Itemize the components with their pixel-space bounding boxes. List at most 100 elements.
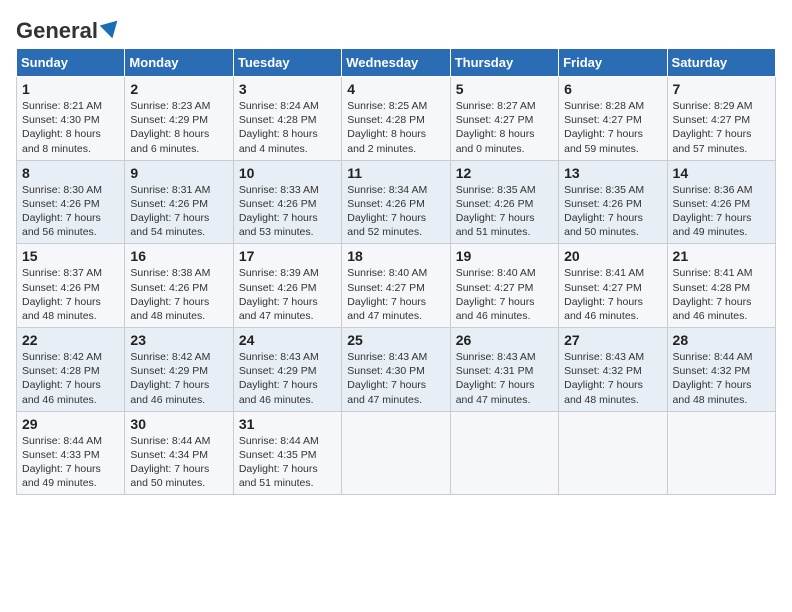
- calendar-cell: 24 Sunrise: 8:43 AM Sunset: 4:29 PM Dayli…: [233, 328, 341, 412]
- calendar-cell: 31 Sunrise: 8:44 AM Sunset: 4:35 PM Dayli…: [233, 411, 341, 495]
- day-number: 29: [22, 416, 119, 432]
- calendar-cell: 26 Sunrise: 8:43 AM Sunset: 4:31 PM Dayli…: [450, 328, 558, 412]
- day-number: 19: [456, 248, 553, 264]
- calendar-cell: [559, 411, 667, 495]
- day-number: 20: [564, 248, 661, 264]
- day-info: Sunrise: 8:33 AM Sunset: 4:26 PM Dayligh…: [239, 183, 336, 240]
- col-header-wednesday: Wednesday: [342, 49, 450, 77]
- calendar-table: SundayMondayTuesdayWednesdayThursdayFrid…: [16, 48, 776, 495]
- calendar-cell: 17Sunrise: 8:39 AM Sunset: 4:26 PM Dayli…: [233, 244, 341, 328]
- day-number: 7: [673, 81, 770, 97]
- day-info: Sunrise: 8:42 AM Sunset: 4:28 PM Dayligh…: [22, 350, 119, 407]
- calendar-week-2: 8Sunrise: 8:30 AM Sunset: 4:26 PM Daylig…: [17, 160, 776, 244]
- day-info: Sunrise: 8:39 AM Sunset: 4:26 PM Dayligh…: [239, 266, 336, 323]
- calendar-cell: 15 Sunrise: 8:37 AM Sunset: 4:26 PM Dayli…: [17, 244, 125, 328]
- day-info: Sunrise: 8:43 AM Sunset: 4:32 PM Dayligh…: [564, 350, 661, 407]
- page-header: General: [16, 16, 776, 40]
- day-number: 11: [347, 165, 444, 181]
- calendar-cell: 4 Sunrise: 8:25 AM Sunset: 4:28 PM Daylig…: [342, 77, 450, 161]
- day-number: 12: [456, 165, 553, 181]
- day-number: 1: [22, 81, 119, 97]
- calendar-cell: 2Sunrise: 8:23 AM Sunset: 4:29 PM Daylig…: [125, 77, 233, 161]
- calendar-cell: 6Sunrise: 8:28 AM Sunset: 4:27 PM Daylig…: [559, 77, 667, 161]
- calendar-cell: 20 Sunrise: 8:41 AM Sunset: 4:27 PM Dayli…: [559, 244, 667, 328]
- day-info: Sunrise: 8:40 AM Sunset: 4:27 PM Dayligh…: [347, 266, 444, 323]
- day-info: Sunrise: 8:35 AM Sunset: 4:26 PM Dayligh…: [456, 183, 553, 240]
- day-info: Sunrise: 8:31 AM Sunset: 4:26 PM Dayligh…: [130, 183, 227, 240]
- day-number: 15: [22, 248, 119, 264]
- col-header-saturday: Saturday: [667, 49, 775, 77]
- day-number: 24: [239, 332, 336, 348]
- calendar-cell: 21 Sunrise: 8:41 AM Sunset: 4:28 PM Dayli…: [667, 244, 775, 328]
- day-number: 26: [456, 332, 553, 348]
- day-info: Sunrise: 8:44 AM Sunset: 4:34 PM Dayligh…: [130, 434, 227, 491]
- day-number: 18: [347, 248, 444, 264]
- day-info: Sunrise: 8:37 AM Sunset: 4:26 PM Dayligh…: [22, 266, 119, 323]
- col-header-monday: Monday: [125, 49, 233, 77]
- day-info: Sunrise: 8:24 AM Sunset: 4:28 PM Dayligh…: [239, 99, 336, 156]
- calendar-cell: [450, 411, 558, 495]
- day-number: 21: [673, 248, 770, 264]
- calendar-cell: 19 Sunrise: 8:40 AM Sunset: 4:27 PM Dayli…: [450, 244, 558, 328]
- day-number: 28: [673, 332, 770, 348]
- calendar-cell: 29 Sunrise: 8:44 AM Sunset: 4:33 PM Dayli…: [17, 411, 125, 495]
- logo: General: [16, 16, 122, 40]
- day-number: 27: [564, 332, 661, 348]
- day-info: Sunrise: 8:35 AM Sunset: 4:26 PM Dayligh…: [564, 183, 661, 240]
- calendar-cell: 30 Sunrise: 8:44 AM Sunset: 4:34 PM Dayli…: [125, 411, 233, 495]
- col-header-friday: Friday: [559, 49, 667, 77]
- logo-text: General: [16, 16, 122, 44]
- day-number: 10: [239, 165, 336, 181]
- day-number: 2: [130, 81, 227, 97]
- calendar-cell: 14Sunrise: 8:36 AM Sunset: 4:26 PM Dayli…: [667, 160, 775, 244]
- day-info: Sunrise: 8:38 AM Sunset: 4:26 PM Dayligh…: [130, 266, 227, 323]
- day-info: Sunrise: 8:40 AM Sunset: 4:27 PM Dayligh…: [456, 266, 553, 323]
- calendar-cell: 8Sunrise: 8:30 AM Sunset: 4:26 PM Daylig…: [17, 160, 125, 244]
- calendar-cell: 12 Sunrise: 8:35 AM Sunset: 4:26 PM Dayli…: [450, 160, 558, 244]
- calendar-cell: [342, 411, 450, 495]
- day-info: Sunrise: 8:21 AM Sunset: 4:30 PM Dayligh…: [22, 99, 119, 156]
- calendar-header-row: SundayMondayTuesdayWednesdayThursdayFrid…: [17, 49, 776, 77]
- day-info: Sunrise: 8:43 AM Sunset: 4:29 PM Dayligh…: [239, 350, 336, 407]
- calendar-cell: 13 Sunrise: 8:35 AM Sunset: 4:26 PM Dayli…: [559, 160, 667, 244]
- day-number: 9: [130, 165, 227, 181]
- calendar-cell: 18 Sunrise: 8:40 AM Sunset: 4:27 PM Dayli…: [342, 244, 450, 328]
- calendar-cell: 3Sunrise: 8:24 AM Sunset: 4:28 PM Daylig…: [233, 77, 341, 161]
- calendar-cell: 28 Sunrise: 8:44 AM Sunset: 4:32 PM Dayli…: [667, 328, 775, 412]
- calendar-cell: 25 Sunrise: 8:43 AM Sunset: 4:30 PM Dayli…: [342, 328, 450, 412]
- calendar-cell: 27 Sunrise: 8:43 AM Sunset: 4:32 PM Dayli…: [559, 328, 667, 412]
- day-info: Sunrise: 8:34 AM Sunset: 4:26 PM Dayligh…: [347, 183, 444, 240]
- calendar-cell: 10 Sunrise: 8:33 AM Sunset: 4:26 PM Dayli…: [233, 160, 341, 244]
- calendar-cell: [667, 411, 775, 495]
- calendar-week-5: 29 Sunrise: 8:44 AM Sunset: 4:33 PM Dayli…: [17, 411, 776, 495]
- day-number: 6: [564, 81, 661, 97]
- day-info: Sunrise: 8:44 AM Sunset: 4:32 PM Dayligh…: [673, 350, 770, 407]
- day-info: Sunrise: 8:25 AM Sunset: 4:28 PM Dayligh…: [347, 99, 444, 156]
- day-info: Sunrise: 8:44 AM Sunset: 4:35 PM Dayligh…: [239, 434, 336, 491]
- day-number: 25: [347, 332, 444, 348]
- day-info: Sunrise: 8:43 AM Sunset: 4:30 PM Dayligh…: [347, 350, 444, 407]
- day-number: 13: [564, 165, 661, 181]
- col-header-thursday: Thursday: [450, 49, 558, 77]
- calendar-cell: 9 Sunrise: 8:31 AM Sunset: 4:26 PM Daylig…: [125, 160, 233, 244]
- day-info: Sunrise: 8:36 AM Sunset: 4:26 PM Dayligh…: [673, 183, 770, 240]
- day-number: 4: [347, 81, 444, 97]
- day-info: Sunrise: 8:42 AM Sunset: 4:29 PM Dayligh…: [130, 350, 227, 407]
- day-info: Sunrise: 8:41 AM Sunset: 4:27 PM Dayligh…: [564, 266, 661, 323]
- day-number: 30: [130, 416, 227, 432]
- day-info: Sunrise: 8:43 AM Sunset: 4:31 PM Dayligh…: [456, 350, 553, 407]
- day-info: Sunrise: 8:29 AM Sunset: 4:27 PM Dayligh…: [673, 99, 770, 156]
- calendar-cell: 23 Sunrise: 8:42 AM Sunset: 4:29 PM Dayli…: [125, 328, 233, 412]
- calendar-cell: 7 Sunrise: 8:29 AM Sunset: 4:27 PM Daylig…: [667, 77, 775, 161]
- day-info: Sunrise: 8:27 AM Sunset: 4:27 PM Dayligh…: [456, 99, 553, 156]
- day-number: 22: [22, 332, 119, 348]
- calendar-week-1: 1 Sunrise: 8:21 AM Sunset: 4:30 PM Daylig…: [17, 77, 776, 161]
- day-info: Sunrise: 8:44 AM Sunset: 4:33 PM Dayligh…: [22, 434, 119, 491]
- day-info: Sunrise: 8:41 AM Sunset: 4:28 PM Dayligh…: [673, 266, 770, 323]
- calendar-cell: 11 Sunrise: 8:34 AM Sunset: 4:26 PM Dayli…: [342, 160, 450, 244]
- day-number: 16: [130, 248, 227, 264]
- calendar-cell: 22 Sunrise: 8:42 AM Sunset: 4:28 PM Dayli…: [17, 328, 125, 412]
- day-number: 23: [130, 332, 227, 348]
- day-number: 31: [239, 416, 336, 432]
- col-header-tuesday: Tuesday: [233, 49, 341, 77]
